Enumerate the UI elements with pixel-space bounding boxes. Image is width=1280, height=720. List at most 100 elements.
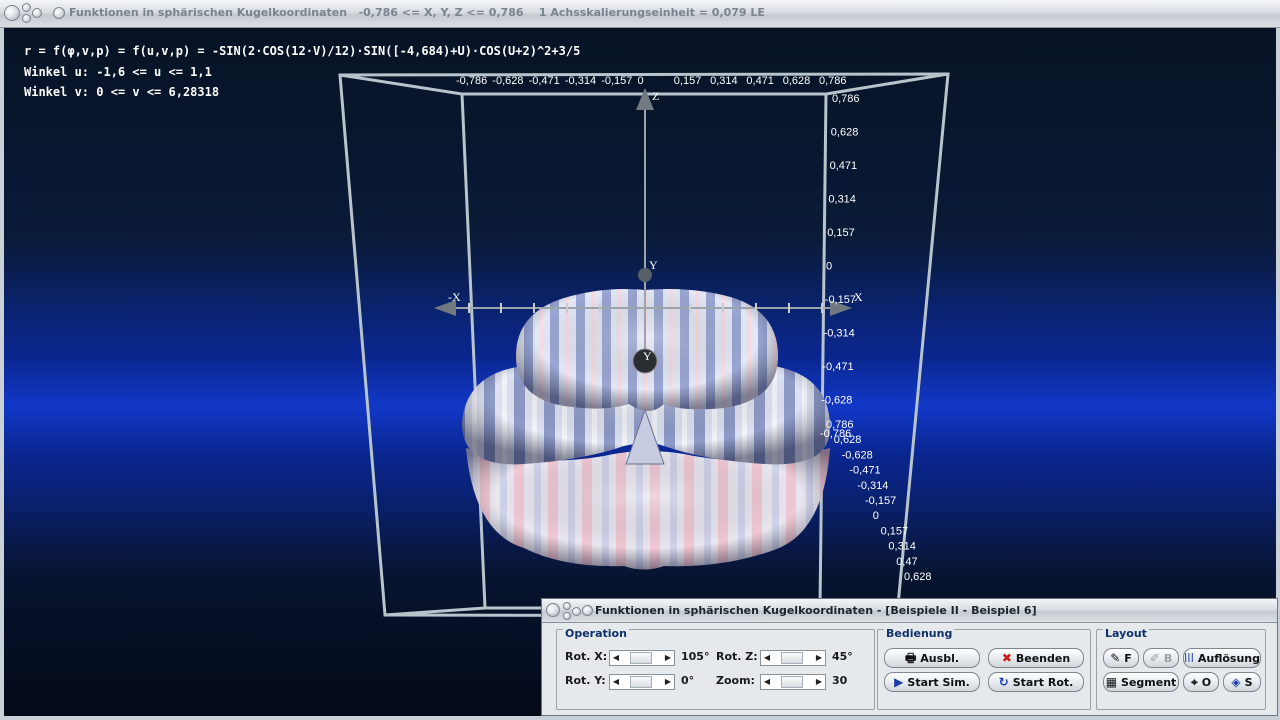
zoom-value: 30 bbox=[832, 674, 848, 687]
layout-group-label: Layout bbox=[1103, 627, 1149, 640]
rotate-icon: ↻ bbox=[998, 675, 1009, 689]
title-bullet-icon bbox=[53, 7, 65, 19]
beenden-button[interactable]: ✖ Beenden bbox=[988, 648, 1084, 668]
top-axis-tick-label: 0,471 bbox=[746, 75, 774, 87]
segment-button-label: Segment bbox=[1121, 675, 1177, 689]
window-menu-icon[interactable] bbox=[4, 5, 20, 21]
cube-icon: ◈ bbox=[1231, 675, 1241, 689]
b-button[interactable]: ✐ B bbox=[1143, 648, 1179, 668]
top-axis-tick-label: 0,157 bbox=[674, 75, 702, 87]
control-title-bullet-icon bbox=[582, 605, 593, 616]
top-axis-tick-label: -0,628 bbox=[492, 75, 523, 87]
aufloesung-button-label: Auflösung bbox=[1197, 651, 1261, 665]
depth-axis-tick-label: 0,786 bbox=[826, 419, 854, 431]
depth-axis-tick-label: 0,157 bbox=[881, 525, 909, 537]
right-axis-tick-label: 0,471 bbox=[830, 160, 858, 172]
aufloesung-button[interactable]: ||| Auflösung bbox=[1183, 648, 1261, 668]
rot-y-scrollbar[interactable]: ◀ ▶ bbox=[609, 674, 675, 690]
right-axis-tick-label: 0,314 bbox=[828, 194, 856, 206]
zoom-thumb[interactable] bbox=[781, 676, 803, 688]
control-minimize-icon[interactable] bbox=[563, 602, 571, 610]
resolution-icon: ||| bbox=[1184, 653, 1194, 663]
depth-axis-tick-label: -0,628 bbox=[842, 449, 873, 461]
printer-icon: 🖶 bbox=[904, 651, 917, 665]
start-rot-button[interactable]: ↻ Start Rot. bbox=[988, 672, 1084, 692]
depth-axis-tick-label: 0,314 bbox=[888, 541, 916, 553]
operation-group: Operation Rot. X: ◀ ▶ 105° Rot. Y: ◀ ▶ 0… bbox=[556, 627, 875, 710]
rot-x-right-arrow-icon[interactable]: ▶ bbox=[662, 651, 674, 665]
o-button[interactable]: ⌖ O bbox=[1183, 672, 1219, 692]
control-menu-icon[interactable] bbox=[546, 603, 560, 617]
operation-group-label: Operation bbox=[563, 627, 629, 640]
s-button-label: S bbox=[1244, 675, 1253, 689]
start-sim-button-label: Start Sim. bbox=[907, 675, 970, 689]
z-axis-label: Z bbox=[652, 89, 659, 103]
top-axis-tick-label: 0 bbox=[638, 75, 644, 87]
start-rot-button-label: Start Rot. bbox=[1012, 675, 1074, 689]
control-maximize-icon[interactable] bbox=[572, 607, 581, 616]
rot-x-scrollbar[interactable]: ◀ ▶ bbox=[609, 650, 675, 666]
play-icon: ▶ bbox=[894, 675, 904, 689]
beenden-button-label: Beenden bbox=[1015, 651, 1071, 665]
depth-axis-tick-label: 0,47 bbox=[896, 556, 917, 568]
surface-lower-skirt bbox=[466, 448, 830, 570]
f-button[interactable]: ✎ F bbox=[1103, 648, 1139, 668]
rot-z-right-arrow-icon[interactable]: ▶ bbox=[813, 651, 825, 665]
segment-button[interactable]: ▦ Segment bbox=[1103, 672, 1179, 692]
start-sim-button[interactable]: ▶ Start Sim. bbox=[884, 672, 980, 692]
rot-y-value: 0° bbox=[681, 674, 695, 687]
y-axis-label: Y bbox=[649, 258, 658, 272]
right-axis-tick-label: 0,786 bbox=[832, 93, 860, 105]
zoom-right-arrow-icon[interactable]: ▶ bbox=[813, 675, 825, 689]
right-axis-tick-label: 0 bbox=[826, 261, 832, 273]
eraser-icon: ✐ bbox=[1149, 651, 1160, 665]
bedienung-group-label: Bedienung bbox=[884, 627, 955, 640]
depth-axis-tick-label: 0 bbox=[873, 510, 879, 522]
rot-x-left-arrow-icon[interactable]: ◀ bbox=[610, 651, 622, 665]
right-axis-tick-label: 0,628 bbox=[831, 127, 859, 139]
ausbl-button[interactable]: 🖶 Ausbl. bbox=[884, 648, 980, 668]
f-button-label: F bbox=[1124, 651, 1132, 665]
rot-x-thumb[interactable] bbox=[630, 652, 652, 664]
maximize-icon[interactable] bbox=[32, 8, 42, 18]
top-axis-tick-label: -0,314 bbox=[565, 75, 596, 87]
s-button[interactable]: ◈ S bbox=[1223, 672, 1261, 692]
o-button-label: O bbox=[1201, 675, 1212, 689]
y-neg-axis-label: Y bbox=[643, 349, 652, 363]
close-icon[interactable] bbox=[22, 14, 31, 23]
bedienung-group: Bedienung 🖶 Ausbl. ✖ Beenden ▶ Start Sim… bbox=[877, 627, 1091, 710]
top-axis-tick-label: -0,786 bbox=[456, 75, 487, 87]
main-titlebar[interactable]: Funktionen in sphärischen Kugelkoordinat… bbox=[0, 0, 1280, 28]
zoom-scrollbar[interactable]: ◀ ▶ bbox=[760, 674, 826, 690]
grid-icon: ▦ bbox=[1105, 675, 1118, 689]
control-titlebar[interactable]: Funktionen in sphärischen Kugelkoordinat… bbox=[542, 599, 1277, 623]
right-axis-tick-label: -0,471 bbox=[822, 361, 853, 373]
right-axis-tick-label: -0,628 bbox=[821, 395, 852, 407]
control-window: Funktionen in sphärischen Kugelkoordinat… bbox=[541, 598, 1278, 716]
rot-z-left-arrow-icon[interactable]: ◀ bbox=[761, 651, 773, 665]
rot-y-left-arrow-icon[interactable]: ◀ bbox=[610, 675, 622, 689]
rot-z-thumb[interactable] bbox=[781, 652, 803, 664]
rot-y-label: Rot. Y: bbox=[565, 674, 606, 687]
rot-y-right-arrow-icon[interactable]: ▶ bbox=[662, 675, 674, 689]
depth-axis-tick-label: -0,314 bbox=[857, 480, 888, 492]
x-neg-axis-label: -X bbox=[448, 290, 461, 304]
depth-axis-tick-label: -0,157 bbox=[865, 495, 896, 507]
top-axis-tick-label: 0,786 bbox=[819, 75, 847, 87]
control-close-icon[interactable] bbox=[563, 612, 571, 620]
crosshair-icon: ⌖ bbox=[1190, 675, 1198, 689]
top-axis-tick-label: -0,471 bbox=[529, 75, 560, 87]
right-axis-tick-label: -0,157 bbox=[825, 294, 856, 306]
zoom-left-arrow-icon[interactable]: ◀ bbox=[761, 675, 773, 689]
rot-z-value: 45° bbox=[832, 650, 853, 663]
rot-x-label: Rot. X: bbox=[565, 650, 608, 663]
depth-axis-tick-label: 0,628 bbox=[904, 571, 932, 583]
rot-z-label: Rot. Z: bbox=[716, 650, 758, 663]
minimize-icon[interactable] bbox=[22, 3, 31, 12]
top-axis-tick-label: 0,314 bbox=[710, 75, 738, 87]
rot-z-scrollbar[interactable]: ◀ ▶ bbox=[760, 650, 826, 666]
close-x-icon: ✖ bbox=[1001, 651, 1012, 665]
top-axis-tick-label: -0,157 bbox=[601, 75, 632, 87]
layout-group: Layout ✎ F ✐ B ||| Auflösung ▦ Segment ⌖… bbox=[1096, 627, 1266, 710]
rot-y-thumb[interactable] bbox=[630, 676, 652, 688]
